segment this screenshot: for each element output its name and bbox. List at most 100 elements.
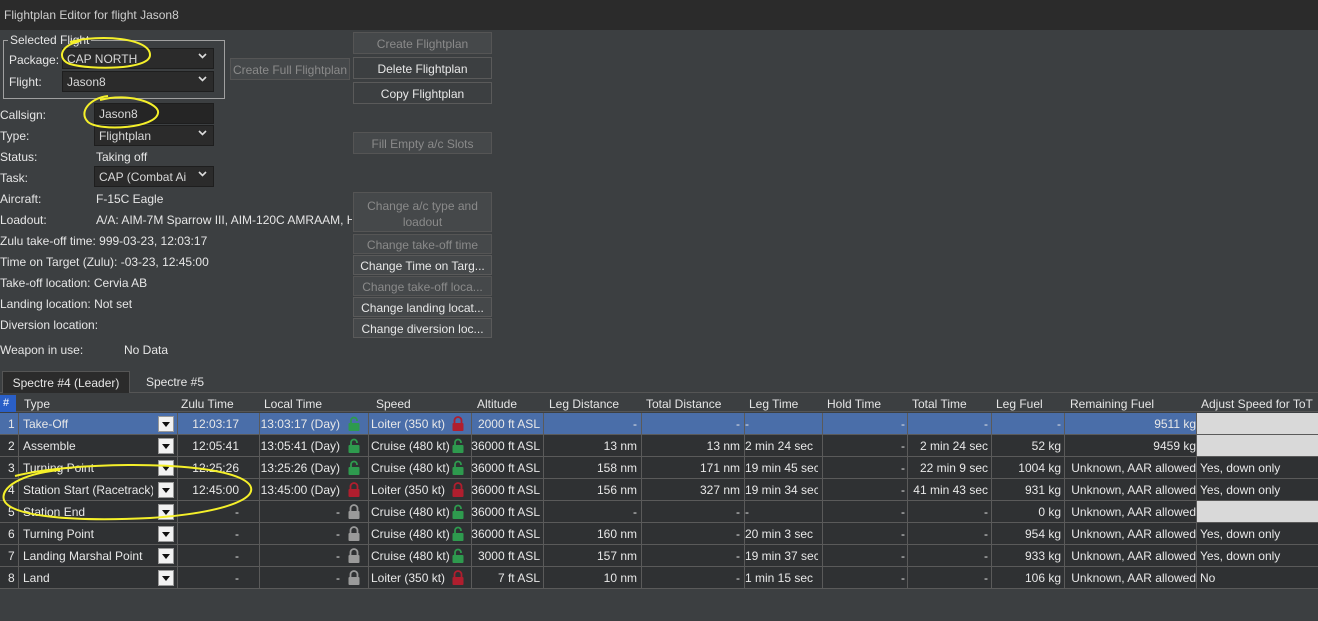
- cell-remaining-fuel: Unknown, AAR allowed: [1071, 483, 1196, 497]
- create-flightplan-button[interactable]: Create Flightplan: [353, 32, 492, 54]
- package-label: Package:: [9, 53, 60, 67]
- time-lock-icon[interactable]: [346, 548, 362, 564]
- column-divider: [822, 501, 823, 523]
- cell-total-distance: 327 nm: [699, 483, 740, 497]
- cell-leg-distance: 160 nm: [596, 527, 637, 541]
- speed-lock-icon[interactable]: [450, 548, 466, 564]
- change-takeoff-time-button[interactable]: Change take-off time: [353, 234, 492, 254]
- table-row[interactable]: 1 Take-Off 12:03:17 13:03:17 (Day) Loiter (3…: [0, 413, 1318, 435]
- time-lock-icon[interactable]: [346, 482, 362, 498]
- cell-hold-time: -: [901, 461, 905, 475]
- cell-remaining-fuel: Unknown, AAR allowed: [1071, 505, 1196, 519]
- header-zulu-time[interactable]: Zulu Time: [181, 397, 234, 411]
- table-row[interactable]: 4 Station Start (Racetrack) 12:45:00 13:45:…: [0, 479, 1318, 501]
- flight-select[interactable]: Jason8: [62, 71, 214, 92]
- cell-remaining-fuel: Unknown, AAR allowed: [1071, 461, 1196, 475]
- callsign-input[interactable]: Jason8: [94, 103, 214, 124]
- type-select[interactable]: Flightplan: [94, 125, 214, 146]
- change-time-on-target-button[interactable]: Change Time on Targ...: [353, 255, 492, 275]
- row-number: 8: [8, 571, 15, 585]
- waypoint-type-dropdown[interactable]: [158, 416, 174, 432]
- delete-flightplan-button[interactable]: Delete Flightplan: [353, 57, 492, 79]
- cell-zulu-time: -: [235, 549, 239, 563]
- header-type[interactable]: Type: [24, 397, 50, 411]
- cell-adjust-speed: Yes, down only: [1200, 549, 1281, 563]
- cell-total-time: 41 min 43 sec: [913, 483, 988, 497]
- waypoint-type-dropdown[interactable]: [158, 438, 174, 454]
- column-divider: [543, 523, 544, 545]
- caret-down-icon: [162, 576, 170, 581]
- speed-lock-icon[interactable]: [450, 504, 466, 520]
- cell-adjust-speed: Yes, down only: [1200, 483, 1281, 497]
- caret-down-icon: [162, 510, 170, 515]
- table-row[interactable]: 7 Landing Marshal Point - - Cruise (480 kt) 3…: [0, 545, 1318, 567]
- speed-lock-icon[interactable]: [450, 438, 466, 454]
- tab-spectre-4[interactable]: Spectre #4 (Leader): [2, 371, 130, 393]
- header-altitude[interactable]: Altitude: [477, 397, 517, 411]
- header-local-time[interactable]: Local Time: [264, 397, 322, 411]
- column-divider: [1064, 413, 1065, 435]
- header-adjust-speed[interactable]: Adjust Speed for ToT: [1201, 397, 1313, 411]
- cell-speed: Cruise (480 kt): [371, 439, 449, 453]
- speed-lock-icon[interactable]: [450, 526, 466, 542]
- speed-lock-icon[interactable]: [450, 570, 466, 586]
- header-leg-time[interactable]: Leg Time: [749, 397, 798, 411]
- change-diversion-location-button[interactable]: Change diversion loc...: [353, 318, 492, 338]
- waypoint-type-dropdown[interactable]: [158, 548, 174, 564]
- table-row[interactable]: 2 Assemble 12:05:41 13:05:41 (Day) Cruise (4…: [0, 435, 1318, 457]
- change-takeoff-location-button[interactable]: Change take-off loca...: [353, 276, 492, 296]
- table-row[interactable]: 8 Land - - Loiter (350 kt) 7 ft ASL 10 nm -1 mi…: [0, 567, 1318, 589]
- waypoint-type-dropdown[interactable]: [158, 504, 174, 520]
- cell-type: Turning Point: [23, 527, 94, 541]
- cell-leg-fuel: 931 kg: [1024, 483, 1061, 497]
- weapon-label: Weapon in use:: [0, 343, 84, 357]
- column-divider: [543, 413, 544, 435]
- table-row[interactable]: 6 Turning Point - - Cruise (480 kt) 36000 ft …: [0, 523, 1318, 545]
- time-lock-icon[interactable]: [346, 438, 362, 454]
- column-divider: [1196, 567, 1197, 589]
- waypoint-type-dropdown[interactable]: [158, 570, 174, 586]
- time-lock-icon[interactable]: [346, 460, 362, 476]
- task-select[interactable]: CAP (Combat Ai: [94, 166, 214, 187]
- aircraft-value: F-15C Eagle: [96, 192, 164, 206]
- change-landing-location-button[interactable]: Change landing locat...: [353, 297, 492, 317]
- cell-leg-fuel: 933 kg: [1024, 549, 1061, 563]
- speed-lock-icon[interactable]: [450, 416, 466, 432]
- header-leg-distance[interactable]: Leg Distance: [549, 397, 619, 411]
- header-remaining-fuel[interactable]: Remaining Fuel: [1070, 397, 1154, 411]
- waypoint-type-dropdown[interactable]: [158, 482, 174, 498]
- cell-speed: Cruise (480 kt): [371, 505, 449, 519]
- cell-total-time: -: [984, 549, 988, 563]
- copy-flightplan-button[interactable]: Copy Flightplan: [353, 82, 492, 104]
- table-row[interactable]: 3 Turning Point 12:25:26 13:25:26 (Day) Crui…: [0, 457, 1318, 479]
- cell-altitude: 36000 ft ASL: [471, 483, 540, 497]
- cell-local-time: -: [336, 571, 340, 585]
- table-row[interactable]: 5 Station End - - Cruise (480 kt) 36000 ft AS…: [0, 501, 1318, 523]
- cell-remaining-fuel: Unknown, AAR allowed: [1071, 549, 1196, 563]
- time-lock-icon[interactable]: [346, 526, 362, 542]
- time-lock-icon[interactable]: [346, 570, 362, 586]
- tab-spectre-5[interactable]: Spectre #5: [134, 371, 216, 393]
- package-select[interactable]: CAP NORTH: [62, 48, 214, 69]
- create-full-flightplan-button[interactable]: Create Full Flightplan: [230, 58, 350, 80]
- header-speed[interactable]: Speed: [376, 397, 411, 411]
- time-lock-icon[interactable]: [346, 504, 362, 520]
- header-total-distance[interactable]: Total Distance: [646, 397, 721, 411]
- cell-local-time: 13:05:41 (Day): [260, 439, 340, 453]
- waypoint-type-dropdown[interactable]: [158, 460, 174, 476]
- column-divider: [18, 479, 19, 501]
- header-total-time[interactable]: Total Time: [912, 397, 967, 411]
- change-aircraft-type-button[interactable]: Change a/c type and loadout: [353, 192, 492, 232]
- header-leg-fuel[interactable]: Leg Fuel: [996, 397, 1043, 411]
- header-hold-time[interactable]: Hold Time: [827, 397, 881, 411]
- time-lock-icon[interactable]: [346, 416, 362, 432]
- fill-empty-slots-button[interactable]: Fill Empty a/c Slots: [353, 132, 492, 154]
- type-value: Flightplan: [99, 129, 152, 143]
- cell-leg-fuel: 106 kg: [1024, 571, 1061, 585]
- waypoint-type-dropdown[interactable]: [158, 526, 174, 542]
- cell-local-time: 13:25:26 (Day): [260, 461, 340, 475]
- cell-hold-time: -: [901, 571, 905, 585]
- cell-total-distance: 13 nm: [706, 439, 740, 453]
- speed-lock-icon[interactable]: [450, 460, 466, 476]
- speed-lock-icon[interactable]: [450, 482, 466, 498]
